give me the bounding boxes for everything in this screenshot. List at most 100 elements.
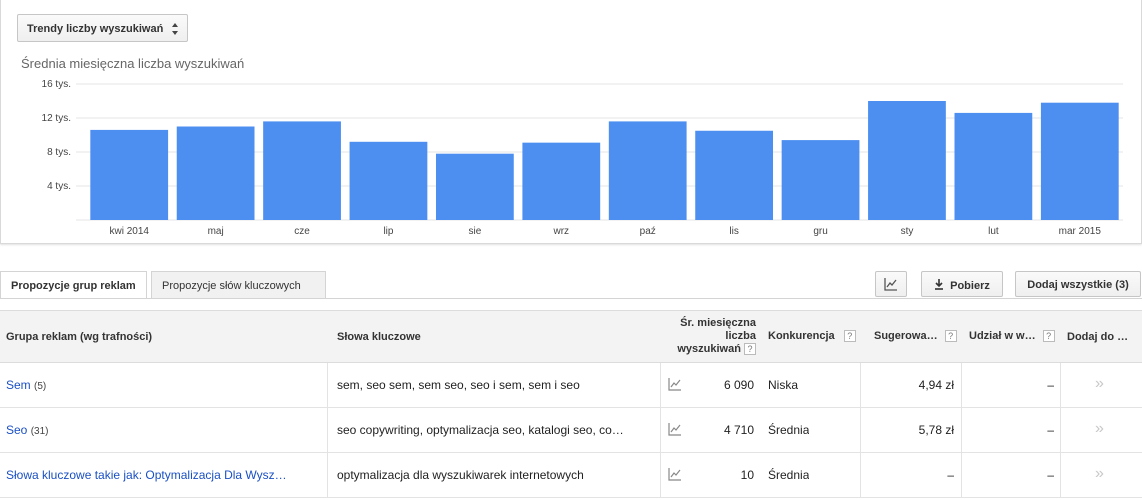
competition-cell: Średnia bbox=[768, 423, 810, 437]
header-competition[interactable]: Konkurencja ? bbox=[768, 330, 856, 343]
ad-group-link[interactable]: Sem bbox=[6, 378, 31, 392]
chart-title: Średnia miesięczna liczba wyszukiwań bbox=[21, 56, 245, 71]
x-tick-label: gru bbox=[813, 226, 827, 237]
column-divider bbox=[660, 408, 661, 453]
tab-label: Propozycje grup reklam bbox=[11, 280, 136, 292]
add-all-label: Dodaj wszystkie (3) bbox=[1027, 279, 1129, 291]
suggested-bid-cell: – bbox=[947, 468, 954, 482]
help-icon[interactable]: ? bbox=[944, 330, 957, 343]
table-row: Sem (5) sem, seo sem, sem seo, seo i sem… bbox=[0, 363, 1142, 408]
keywords-cell: sem, seo sem, sem seo, seo i sem, sem i … bbox=[337, 378, 580, 392]
table-row: Słowa kluczowe takie jak: Optymalizacja … bbox=[0, 453, 1142, 498]
x-tick-label: sie bbox=[468, 226, 481, 237]
tab-label: Propozycje słów kluczowych bbox=[162, 280, 301, 292]
header-impression-share-label: Udział w w… bbox=[969, 330, 1036, 342]
bar[interactable] bbox=[522, 142, 601, 220]
competition-cell: Niska bbox=[768, 378, 799, 392]
avg-searches-cell: 4 710 bbox=[723, 423, 754, 437]
chart-toggle-button[interactable] bbox=[875, 271, 907, 297]
column-divider bbox=[327, 408, 328, 453]
suggested-bid-cell: 5,78 zł bbox=[918, 423, 954, 437]
competition-cell: Średnia bbox=[768, 468, 810, 482]
ad-group-cell: Sem (5) bbox=[6, 378, 46, 392]
bar[interactable] bbox=[349, 141, 428, 220]
y-tick-label: 8 tys. bbox=[47, 147, 71, 158]
column-divider bbox=[1060, 408, 1061, 453]
ad-group-link[interactable]: Seo bbox=[6, 423, 27, 437]
avg-searches-cell: 10 bbox=[740, 468, 754, 482]
keywords-cell: optymalizacja dla wyszukiwarek interneto… bbox=[337, 468, 584, 482]
header-impression-share[interactable]: Udział w w… ? bbox=[969, 330, 1055, 343]
column-divider bbox=[1060, 453, 1061, 498]
y-tick-label: 4 tys. bbox=[47, 181, 71, 192]
header-avg-searches-line2: liczba bbox=[725, 330, 756, 342]
avg-searches-cell: 6 090 bbox=[723, 378, 754, 392]
tab-keyword-ideas[interactable]: Propozycje słów kluczowych bbox=[151, 271, 326, 299]
x-tick-label: kwi 2014 bbox=[109, 226, 149, 237]
download-button[interactable]: Pobierz bbox=[921, 271, 1003, 297]
header-avg-searches-line3: wyszukiwań ? bbox=[660, 343, 756, 356]
line-chart-icon bbox=[884, 278, 897, 291]
trend-select-label: Trendy liczby wyszukiwań bbox=[27, 23, 164, 35]
column-divider bbox=[860, 408, 861, 453]
ad-group-count: (31) bbox=[30, 426, 49, 437]
add-to-plan-arrow-icon[interactable]: » bbox=[1095, 375, 1104, 393]
help-icon[interactable]: ? bbox=[1042, 330, 1055, 343]
trend-chart-icon[interactable] bbox=[668, 467, 682, 481]
x-tick-label: maj bbox=[208, 226, 224, 237]
help-icon[interactable]: ? bbox=[744, 343, 756, 356]
ad-group-count: (5) bbox=[34, 381, 47, 392]
impression-share-cell: – bbox=[1047, 378, 1054, 392]
column-divider bbox=[660, 453, 661, 498]
header-suggested-bid[interactable]: Sugerowa… ? bbox=[874, 330, 957, 343]
column-divider bbox=[327, 363, 328, 408]
x-tick-label: mar 2015 bbox=[1059, 226, 1102, 237]
x-tick-label: sty bbox=[901, 226, 914, 237]
tab-divider bbox=[0, 298, 1142, 299]
ad-group-cell: Słowa kluczowe takie jak: Optymalizacja … bbox=[6, 468, 287, 482]
trend-chart-icon[interactable] bbox=[668, 377, 682, 391]
search-volume-chart: 4 tys. 8 tys. 12 tys. 16 tys. kwi 2014 maj cze… bbox=[42, 79, 1123, 237]
add-all-button[interactable]: Dodaj wszystkie (3) bbox=[1015, 271, 1141, 297]
bar[interactable] bbox=[263, 121, 341, 220]
add-to-plan-arrow-icon[interactable]: » bbox=[1095, 420, 1104, 438]
ad-group-link[interactable]: Słowa kluczowe takie jak: Optymalizacja … bbox=[6, 468, 287, 482]
add-to-plan-arrow-icon[interactable]: » bbox=[1095, 465, 1104, 483]
y-tick-label: 12 tys. bbox=[42, 113, 71, 124]
bar[interactable] bbox=[176, 126, 255, 221]
bar[interactable] bbox=[90, 129, 169, 220]
bar[interactable] bbox=[695, 130, 774, 220]
download-label: Pobierz bbox=[950, 280, 990, 292]
bar[interactable] bbox=[868, 101, 946, 220]
impression-share-cell: – bbox=[1047, 423, 1054, 437]
x-tick-label: cze bbox=[294, 226, 310, 237]
table-row: Seo (31) seo copywriting, optymalizacja … bbox=[0, 408, 1142, 453]
header-avg-searches[interactable]: Śr. miesięczna liczba wyszukiwań ? bbox=[660, 317, 756, 356]
bar[interactable] bbox=[781, 140, 860, 220]
header-ad-group[interactable]: Grupa reklam (wg trafności) bbox=[6, 331, 152, 343]
ad-group-cell: Seo (31) bbox=[6, 423, 49, 437]
download-icon bbox=[935, 279, 944, 290]
suggested-bid-cell: 4,94 zł bbox=[918, 378, 954, 392]
column-divider bbox=[660, 363, 661, 408]
trend-chart-icon[interactable] bbox=[668, 422, 682, 436]
trend-type-select[interactable]: Trendy liczby wyszukiwań bbox=[17, 14, 188, 42]
header-keywords[interactable]: Słowa kluczowe bbox=[337, 331, 421, 343]
bar[interactable] bbox=[435, 153, 514, 220]
bar[interactable] bbox=[608, 121, 687, 220]
select-updown-icon bbox=[172, 23, 178, 35]
tab-ad-group-ideas[interactable]: Propozycje grup reklam bbox=[0, 271, 147, 299]
x-tick-label: paź bbox=[640, 226, 656, 237]
bar[interactable] bbox=[954, 112, 1033, 220]
keywords-cell: seo copywriting, optymalizacja seo, kata… bbox=[337, 423, 624, 437]
y-tick-label: 16 tys. bbox=[42, 79, 71, 90]
header-suggested-bid-label: Sugerowa… bbox=[874, 330, 938, 342]
help-icon[interactable]: ? bbox=[843, 330, 856, 343]
bar[interactable] bbox=[1040, 102, 1119, 220]
column-divider bbox=[327, 453, 328, 498]
header-add-to[interactable]: Dodaj do … bbox=[1067, 331, 1128, 343]
column-divider bbox=[1060, 363, 1061, 408]
column-divider bbox=[860, 363, 861, 408]
x-tick-label: lip bbox=[383, 226, 393, 237]
x-tick-label: lis bbox=[729, 226, 738, 237]
